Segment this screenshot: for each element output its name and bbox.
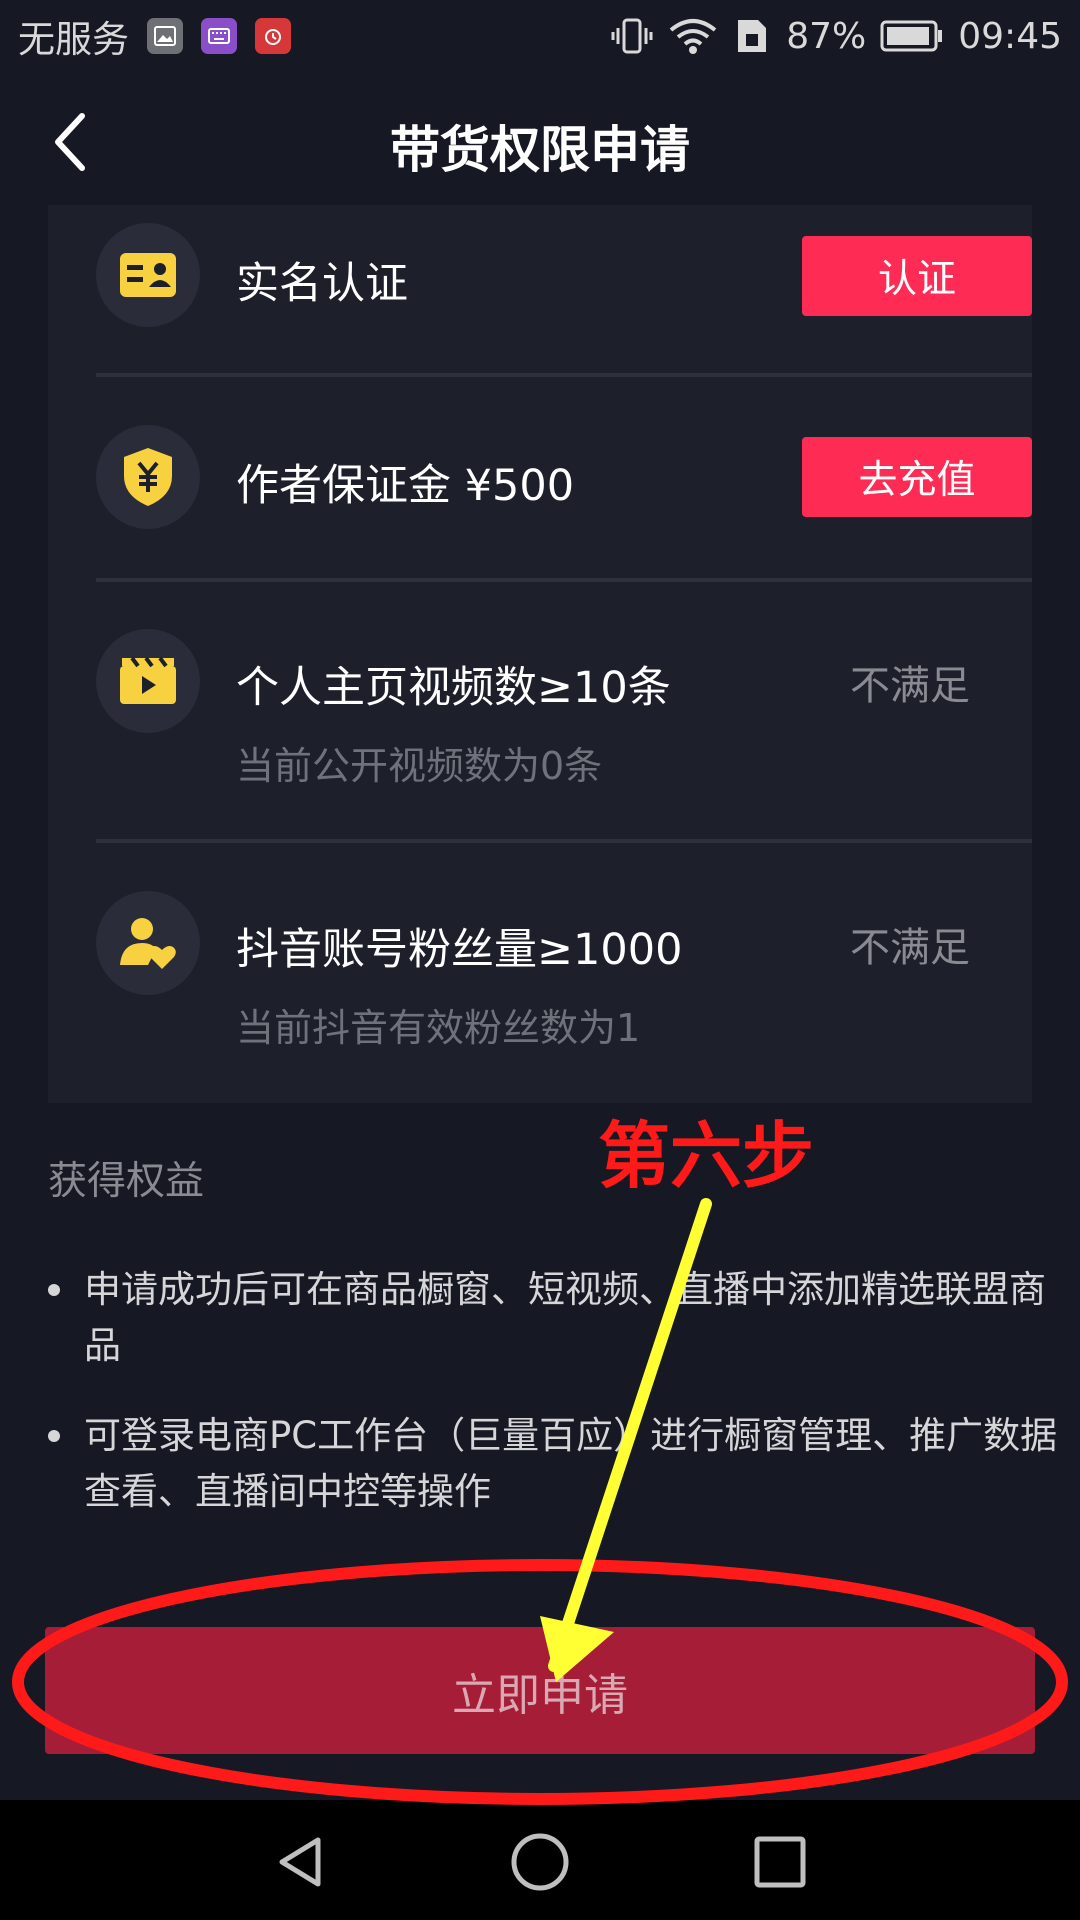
nav-header: 带货权限申请 bbox=[0, 72, 1080, 210]
requirement-title: 抖音账号粉丝量≥1000 bbox=[236, 925, 683, 975]
requirement-subtitle: 当前公开视频数为0条 bbox=[236, 744, 603, 788]
keyboard-notification-icon bbox=[201, 18, 237, 54]
benefits-title: 获得权益 bbox=[48, 1159, 205, 1204]
requirements-card: 实名认证 认证 作者保证金 ¥500 去充值 个人主页视频数≥10条 当前公开视… bbox=[48, 205, 1032, 1103]
shield-yen-icon bbox=[96, 425, 200, 529]
home-circle-icon[interactable] bbox=[510, 1832, 570, 1892]
fans-heart-icon bbox=[96, 891, 200, 995]
requirement-real-name: 实名认证 认证 bbox=[96, 223, 1032, 327]
recents-square-icon[interactable] bbox=[750, 1832, 810, 1892]
requirement-title: 实名认证 bbox=[236, 259, 408, 309]
requirement-deposit: 作者保证金 ¥500 去充值 bbox=[96, 425, 1032, 529]
verify-button[interactable]: 认证 bbox=[802, 236, 1032, 316]
requirement-title: 作者保证金 ¥500 bbox=[236, 461, 575, 511]
apply-now-button[interactable]: 立即申请 bbox=[45, 1627, 1035, 1754]
cloud-notification-icon bbox=[255, 18, 291, 54]
benefit-text: 申请成功后可在商品橱窗、短视频、直播中添加精选联盟商品 bbox=[84, 1268, 1046, 1367]
carrier-text: 无服务 bbox=[18, 18, 129, 61]
gallery-notification-icon bbox=[147, 18, 183, 54]
requirement-status: 不满足 bbox=[850, 925, 970, 971]
requirement-status: 不满足 bbox=[850, 663, 970, 709]
page-title: 带货权限申请 bbox=[390, 121, 690, 179]
recharge-button[interactable]: 去充值 bbox=[802, 437, 1032, 517]
step-annotation-label: 第六步 bbox=[598, 1114, 815, 1198]
system-nav-bar bbox=[0, 1800, 1080, 1920]
back-triangle-icon[interactable] bbox=[270, 1832, 330, 1892]
bullet-dot bbox=[48, 1430, 60, 1442]
requirement-subtitle: 当前抖音有效粉丝数为1 bbox=[236, 1006, 641, 1050]
benefit-item: 申请成功后可在商品橱窗、短视频、直播中添加精选联盟商品 bbox=[48, 1262, 1074, 1374]
id-card-icon bbox=[96, 223, 200, 327]
sim-icon bbox=[738, 20, 767, 52]
battery-percent: 87% bbox=[786, 15, 867, 57]
divider bbox=[96, 839, 1032, 843]
vibrate-icon bbox=[611, 18, 653, 54]
divider bbox=[96, 578, 1032, 582]
requirement-followers: 抖音账号粉丝量≥1000 当前抖音有效粉丝数为1 不满足 bbox=[96, 891, 1032, 1050]
status-bar: 无服务 87% 09:45 bbox=[0, 0, 1080, 72]
requirement-videos: 个人主页视频数≥10条 当前公开视频数为0条 不满足 bbox=[96, 629, 1032, 788]
battery-icon bbox=[880, 20, 943, 52]
bullet-dot bbox=[48, 1284, 60, 1296]
benefit-item: 可登录电商PC工作台（巨量百应）进行橱窗管理、推广数据查看、直播间中控等操作 bbox=[48, 1408, 1074, 1520]
wifi-icon bbox=[669, 19, 717, 54]
clapperboard-icon bbox=[96, 629, 200, 733]
divider bbox=[96, 373, 1032, 377]
benefit-text: 可登录电商PC工作台（巨量百应）进行橱窗管理、推广数据查看、直播间中控等操作 bbox=[84, 1414, 1058, 1513]
clock: 09:45 bbox=[958, 15, 1062, 57]
requirement-title: 个人主页视频数≥10条 bbox=[236, 663, 671, 713]
